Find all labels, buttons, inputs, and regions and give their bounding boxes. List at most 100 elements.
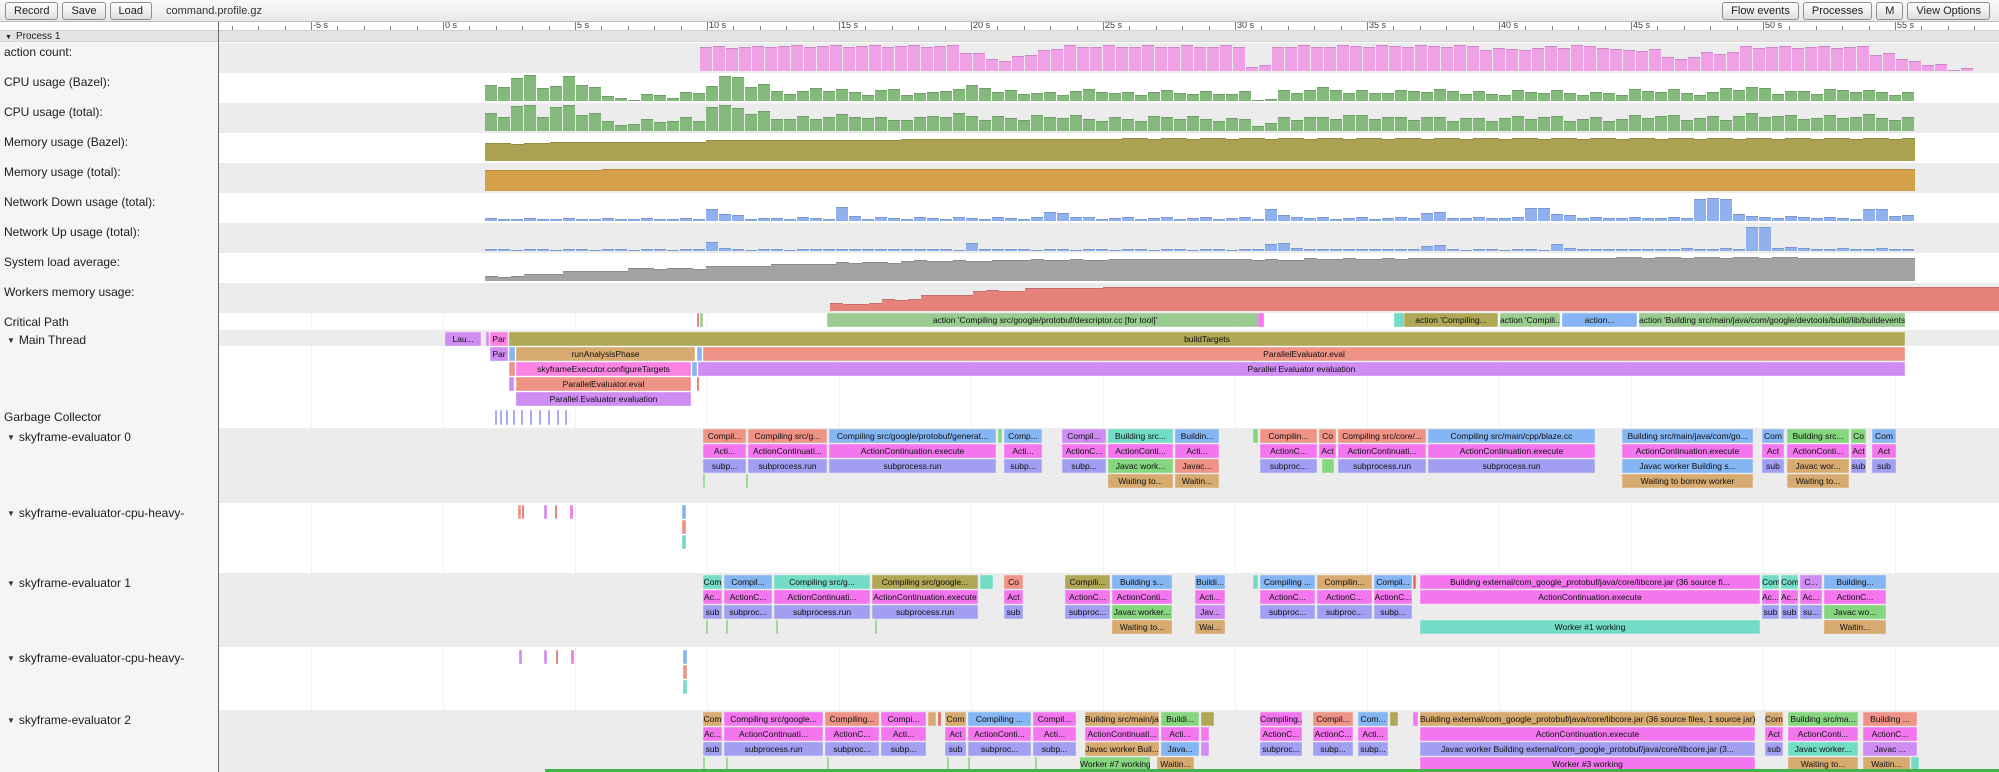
event-block[interactable]: action... (1562, 313, 1637, 327)
event-block[interactable]: subp... (1313, 742, 1353, 756)
event-block[interactable]: sub (703, 605, 722, 619)
event-sliver[interactable] (938, 712, 941, 726)
event-block[interactable]: Com (1872, 429, 1896, 443)
event-block[interactable]: sub (1851, 459, 1866, 473)
event-block[interactable]: Javac... (1175, 459, 1219, 473)
event-block[interactable]: Jav... (1195, 605, 1225, 619)
event-sliver[interactable] (495, 410, 497, 425)
event-block[interactable]: Compiling ... (968, 712, 1031, 726)
event-block[interactable]: ActionC... (1260, 444, 1317, 458)
event-block[interactable]: Compil... (703, 429, 746, 443)
event-block[interactable]: Javac work... (1108, 459, 1173, 473)
event-block[interactable]: Building external/com_google_protobuf/ja… (1420, 575, 1760, 589)
event-sliver[interactable] (697, 347, 702, 361)
event-block[interactable]: action 'Building src/main/java/com/googl… (1639, 313, 1905, 327)
event-block[interactable]: Building src/main/java/com/go... (1622, 429, 1753, 443)
event-block[interactable]: Compiling ... (1260, 575, 1315, 589)
event-sliver[interactable] (565, 410, 567, 425)
event-block[interactable]: Building src/ma... (1788, 712, 1858, 726)
event-sliver[interactable] (697, 377, 699, 391)
event-sliver[interactable] (875, 620, 877, 634)
event-block[interactable]: Buildin... (1175, 429, 1219, 443)
toolbar-button-record[interactable]: Record (5, 2, 58, 20)
event-block[interactable]: subproc... (825, 742, 879, 756)
event-block[interactable]: Ac... (1800, 590, 1822, 604)
event-block[interactable]: Compil... (1374, 575, 1412, 589)
event-block[interactable]: Acti... (1358, 727, 1388, 741)
event-block[interactable]: skyframeExecutor.configureTargets (516, 362, 691, 376)
event-block[interactable]: action 'Compiling src/google/protobuf/de… (827, 313, 1263, 327)
event-block[interactable]: Compil... (1062, 429, 1106, 443)
event-sliver[interactable] (509, 362, 515, 376)
event-block[interactable]: Wai... (1195, 620, 1225, 634)
event-block[interactable]: subproc... (724, 605, 772, 619)
event-block[interactable]: subprocess.run (1428, 459, 1595, 473)
event-sliver[interactable] (682, 520, 686, 534)
event-sliver[interactable] (697, 313, 699, 327)
event-sliver[interactable] (1394, 313, 1404, 327)
event-sliver[interactable] (555, 505, 557, 519)
event-block[interactable]: ActionC... (1824, 590, 1886, 604)
event-sliver[interactable] (506, 410, 508, 425)
event-block[interactable]: ActionConti... (1788, 727, 1858, 741)
event-block[interactable]: subp... (881, 742, 926, 756)
event-block[interactable]: action 'Compili... (1500, 313, 1560, 327)
event-block[interactable]: ActionConti... (1108, 444, 1173, 458)
event-block[interactable]: subprocess.run (748, 459, 827, 473)
event-block[interactable]: Ac... (1762, 590, 1779, 604)
event-sliver[interactable] (1201, 712, 1214, 726)
event-block[interactable]: Act (1851, 444, 1866, 458)
event-sliver[interactable] (500, 410, 502, 425)
event-block[interactable]: Worker #1 working (1420, 620, 1760, 634)
event-block[interactable]: ActionContinuation.execute (1622, 444, 1753, 458)
toolbar-button-save[interactable]: Save (62, 2, 105, 20)
event-block[interactable]: sub (1765, 742, 1783, 756)
event-block[interactable]: Acti... (1004, 444, 1042, 458)
event-sliver[interactable] (1253, 429, 1258, 443)
event-block[interactable]: Compiling... (1260, 712, 1302, 726)
event-sliver[interactable] (1201, 742, 1209, 756)
event-block[interactable]: subprocess.run (1338, 459, 1426, 473)
event-sliver[interactable] (726, 620, 728, 634)
event-sliver[interactable] (1322, 459, 1334, 473)
event-block[interactable]: subp... (1374, 605, 1412, 619)
event-sliver[interactable] (1258, 313, 1264, 327)
track-label-garbage-collector[interactable]: Garbage Collector (3, 410, 101, 424)
event-block[interactable]: subp... (1033, 742, 1076, 756)
event-block[interactable]: ActionContinuati... (1085, 727, 1159, 741)
event-sliver[interactable] (513, 410, 515, 425)
event-block[interactable]: Com (1765, 712, 1783, 726)
event-block[interactable]: ActionC... (1863, 727, 1917, 741)
event-block[interactable]: Building s... (1112, 575, 1172, 589)
event-sliver[interactable] (998, 429, 1002, 443)
event-block[interactable]: Compiling src/main/cpp/blaze.cc (1428, 429, 1595, 443)
event-block[interactable]: Ac... (1781, 590, 1798, 604)
event-block[interactable]: Acti... (703, 444, 746, 458)
event-block[interactable]: Compilin... (1260, 429, 1317, 443)
event-block[interactable]: Act (1762, 444, 1784, 458)
event-block[interactable]: ActionContinuation.execute (1428, 444, 1595, 458)
event-block[interactable]: ActionContinuati... (748, 444, 827, 458)
event-sliver[interactable] (544, 505, 547, 519)
event-block[interactable]: Building src... (1108, 429, 1173, 443)
event-block[interactable]: Act (1765, 727, 1783, 741)
event-block[interactable]: sub (1004, 605, 1023, 619)
event-block[interactable]: Javac wor... (1787, 459, 1849, 473)
event-block[interactable]: Building src... (1787, 429, 1849, 443)
event-block[interactable]: Building ... (1863, 712, 1917, 726)
event-block[interactable]: ActionConti... (1112, 590, 1172, 604)
event-sliver[interactable] (544, 650, 547, 664)
event-sliver[interactable] (980, 575, 993, 589)
event-block[interactable]: Waiting to... (1112, 620, 1172, 634)
event-sliver[interactable] (928, 712, 936, 726)
event-block[interactable]: Compil... (1313, 712, 1353, 726)
event-block[interactable]: ActionC... (1260, 590, 1315, 604)
event-block[interactable]: Javac worker Buil... (1085, 742, 1159, 756)
event-block[interactable]: Com (945, 712, 966, 726)
event-block[interactable]: ActionContinuation.execute (1420, 727, 1755, 741)
event-block[interactable]: subprocess.run (774, 605, 870, 619)
toolbar-button-m[interactable]: M (1876, 2, 1903, 20)
event-block[interactable]: Compilin... (1317, 575, 1372, 589)
event-block[interactable]: Compil... (1033, 712, 1076, 726)
toolbar-button-processes[interactable]: Processes (1803, 2, 1872, 20)
